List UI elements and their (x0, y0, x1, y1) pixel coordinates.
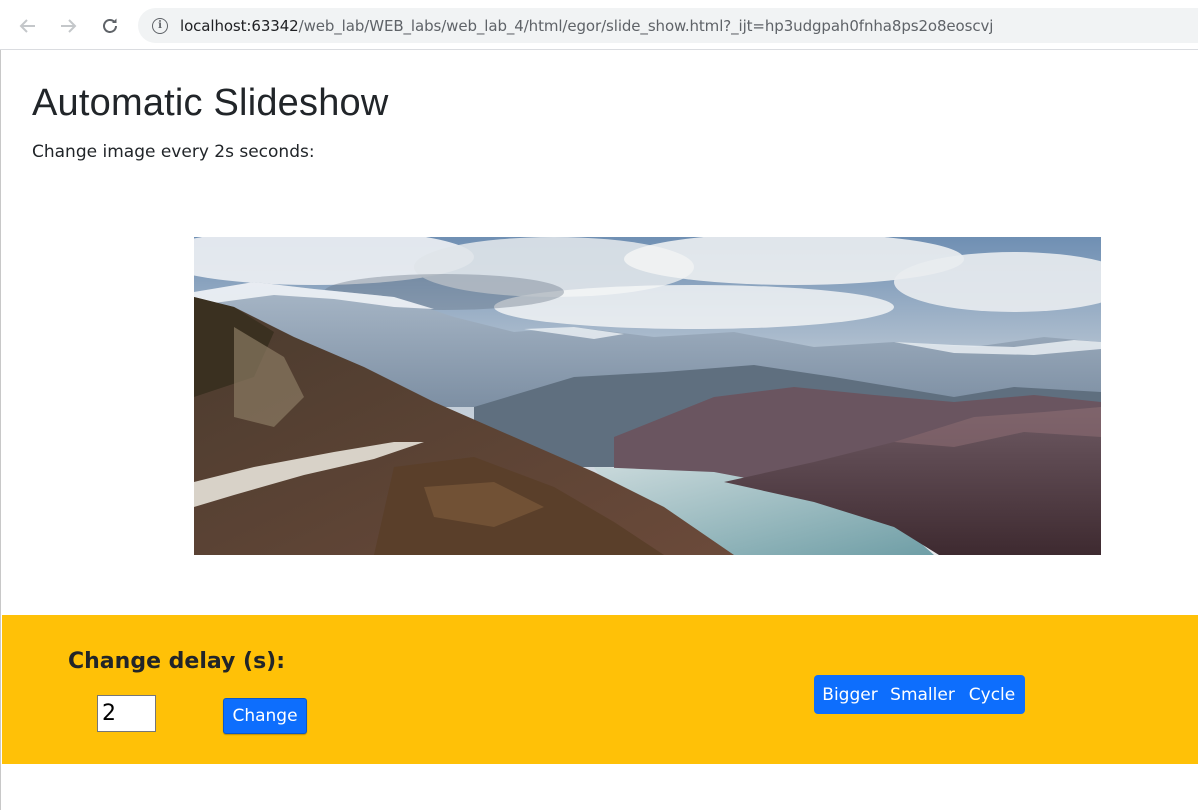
reload-button[interactable] (94, 10, 126, 42)
landscape-image (194, 237, 1101, 555)
delay-label: Change delay (s): (68, 649, 286, 674)
info-icon[interactable]: i (152, 17, 168, 34)
url-host: localhost:63342 (180, 16, 299, 35)
delay-input[interactable]: 2 (97, 695, 156, 732)
change-button[interactable]: Change (223, 698, 307, 734)
page-title: Automatic Slideshow (32, 82, 389, 124)
bigger-button[interactable]: Bigger (814, 675, 886, 714)
control-panel: Change delay (s): 2 Change Bigger Smalle… (2, 615, 1198, 764)
address-bar[interactable]: i localhost:63342/web_lab/WEB_labs/web_l… (138, 8, 1198, 43)
reload-icon (103, 18, 117, 33)
url-path: /web_lab/WEB_labs/web_lab_4/html/egor/sl… (298, 16, 994, 35)
page-subtitle: Change image every 2s seconds: (32, 142, 315, 162)
arrow-left-icon (19, 19, 35, 33)
smaller-button[interactable]: Smaller (886, 675, 959, 714)
url-text[interactable]: localhost:63342/web_lab/WEB_labs/web_lab… (180, 17, 993, 35)
back-button[interactable] (12, 10, 44, 42)
arrow-right-icon (61, 19, 77, 33)
slide-image (194, 237, 1101, 555)
size-button-group: Bigger Smaller Cycle (814, 675, 1025, 714)
forward-button[interactable] (52, 10, 84, 42)
browser-toolbar: i localhost:63342/web_lab/WEB_labs/web_l… (0, 0, 1198, 50)
cycle-button[interactable]: Cycle (959, 675, 1025, 714)
